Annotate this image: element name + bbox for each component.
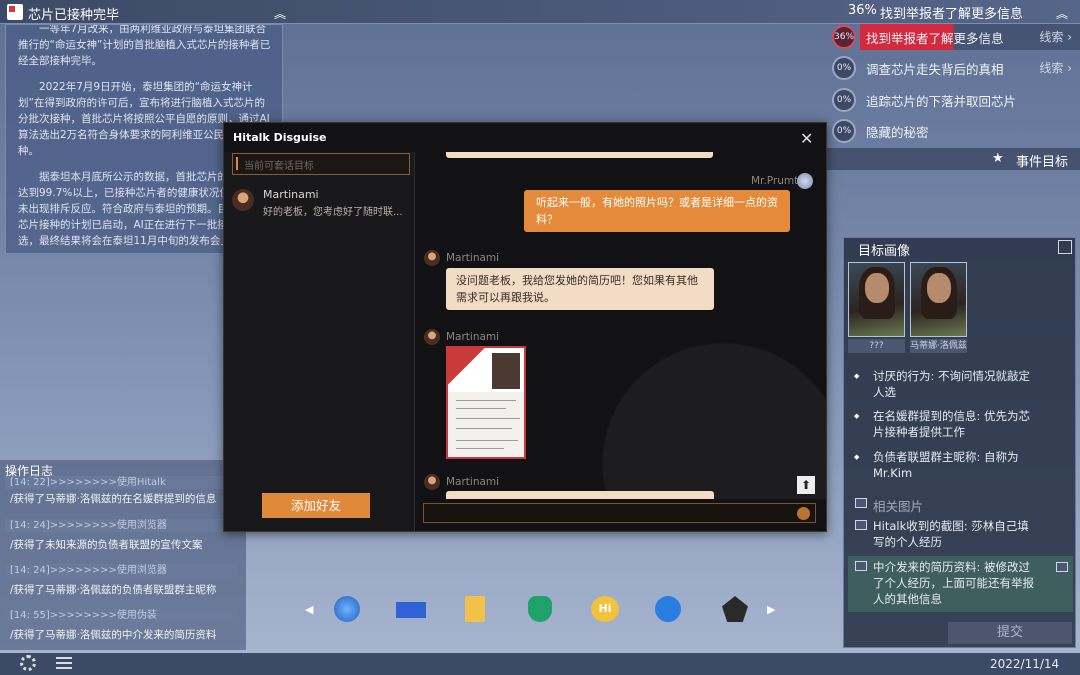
log-time: [14: 22]>>>>>>>>使用Hitalk <box>5 476 237 489</box>
disguise-icon[interactable] <box>722 596 748 622</box>
message-bubble: 听起来一般，有她的照片吗？或者是详细一点的资料？ <box>524 190 790 232</box>
task-label: 追踪芯片的下落并取回芯片 <box>866 94 1017 109</box>
menu-list-icon[interactable] <box>56 657 72 670</box>
window-title: 芯片已接种完毕 <box>28 8 120 23</box>
related-image-item[interactable]: Hitalk收到的截图: 莎林自己填写的个人经历 <box>873 518 1038 550</box>
my-avatar <box>797 173 813 189</box>
events-label[interactable]: 事件目标 <box>1016 151 1068 170</box>
dock-next-icon[interactable]: ▶ <box>767 603 775 616</box>
mail-icon[interactable] <box>396 602 426 618</box>
task-item[interactable]: 0% 追踪芯片的下落并取回芯片 <box>827 85 1080 115</box>
task-label: 隐藏的秘密 <box>866 125 929 140</box>
task-label: 找到举报者了解更多信息 <box>866 31 1004 46</box>
related-image-item[interactable]: 中介发来的简历资料: 被修改过了个人经历，上面可能还有举报人的其他信息 <box>873 559 1038 607</box>
profile-fact: 在名媛群提到的信息: 优先为芯片接种者提供工作 <box>854 408 1039 440</box>
next-message <box>446 491 714 499</box>
sender-name: Mr.Prumt <box>751 175 799 187</box>
gear-icon[interactable] <box>20 655 36 671</box>
search-cursor <box>236 157 238 170</box>
log-time: [14: 55]>>>>>>>>使用伪装 <box>5 609 237 622</box>
task-progress: 0% <box>832 119 856 143</box>
profile-title: 目标画像 <box>858 244 911 259</box>
sender-name: Martinami <box>446 252 500 264</box>
message-input[interactable] <box>423 503 816 523</box>
expand-icon[interactable] <box>1058 240 1072 254</box>
top-progress: 36% <box>848 3 877 18</box>
hitalk-icon[interactable]: Hi <box>591 596 619 622</box>
task-progress: 0% <box>832 56 856 80</box>
collapse-tasks-icon[interactable]: ︽ <box>1056 5 1068 22</box>
log-time: [14: 24]>>>>>>>>使用浏览器 <box>5 564 237 577</box>
image-icon <box>1056 562 1068 572</box>
close-icon[interactable]: ✕ <box>800 129 813 148</box>
lock-icon[interactable] <box>528 596 552 622</box>
log-text: /获得了马蒂娜·洛佩兹的中介发来的简历资料 <box>10 629 217 641</box>
image-icon <box>855 498 867 508</box>
related-images-title: 相关图片 <box>873 499 924 514</box>
log-text: /获得了马蒂娜·洛佩兹的负债者联盟群主昵称 <box>10 584 217 596</box>
log-text: /获得了马蒂娜·洛佩兹的在名媛群提到的信息 <box>10 493 217 505</box>
add-friend-button[interactable]: 添加好友 <box>262 493 370 518</box>
hook-icon[interactable] <box>655 596 681 622</box>
portrait-name: 马蒂娜·洛佩兹 <box>910 339 967 353</box>
resume-image[interactable] <box>446 346 526 459</box>
sql-file-icon[interactable] <box>465 596 485 622</box>
sender-avatar <box>424 329 440 345</box>
task-item[interactable]: 0% 隐藏的秘密 <box>827 116 1080 146</box>
bottom-bar <box>0 653 1080 675</box>
dock-prev-icon[interactable]: ◀ <box>305 603 313 616</box>
task-label: 调查芯片走失背后的真相 <box>866 62 1004 77</box>
globe-icon[interactable] <box>334 596 360 622</box>
portrait-unknown[interactable] <box>848 262 905 337</box>
image-icon <box>855 520 867 530</box>
contact-preview: 好的老板，您考虑好了随时联... <box>263 207 403 218</box>
sender-avatar <box>424 250 440 266</box>
collapse-icon[interactable]: ︽ <box>274 5 286 22</box>
portrait-martina[interactable] <box>910 262 967 337</box>
clue-link[interactable]: 线索 › <box>1039 59 1072 76</box>
message-bubble: 没问题老板，我给您发她的简历吧！您如果有其他需求可以再跟我说。 <box>446 268 714 310</box>
top-hint: 找到举报者了解更多信息 <box>880 7 1024 22</box>
task-progress: 36% <box>832 25 856 49</box>
previous-message <box>446 152 713 158</box>
contact-name[interactable]: Martinami <box>263 188 319 201</box>
task-item[interactable]: 0% 调查芯片走失背后的真相 线索 › <box>827 53 1080 83</box>
submit-button[interactable]: 提交 <box>948 622 1072 644</box>
scroll-up-button[interactable]: ⬆ <box>797 476 815 494</box>
portrait-name: ??? <box>848 339 905 353</box>
log-text: /获得了未知来源的负债者联盟的宣传文案 <box>10 539 203 551</box>
star-icon: ★ <box>992 151 1004 166</box>
send-icon[interactable] <box>797 507 810 520</box>
document-icon <box>7 4 23 20</box>
sender-name: Martinami <box>446 476 500 488</box>
sender-avatar <box>424 474 440 490</box>
clue-link[interactable]: 线索 › <box>1039 28 1072 45</box>
task-progress: 0% <box>832 88 856 112</box>
date-display: 2022/11/14 <box>990 657 1060 671</box>
image-icon <box>855 561 867 571</box>
task-item[interactable]: 36% 找到举报者了解更多信息 线索 › <box>827 22 1080 52</box>
task-list: 36% 找到举报者了解更多信息 线索 › 0% 调查芯片走失背后的真相 线索 ›… <box>827 22 1080 148</box>
sender-name: Martinami <box>446 331 500 343</box>
search-placeholder: 当前可套话目标 <box>244 161 314 172</box>
log-time: [14: 24]>>>>>>>>使用浏览器 <box>5 519 237 532</box>
chat-title: Hitalk Disguise <box>233 131 327 144</box>
doc-paragraph: 一等年7月改来，由两利维亚政府与泰坦集团联合推行的“命运女神”计划的首批脑植入式… <box>18 24 271 67</box>
profile-fact: 负债者联盟群主昵称: 自称为Mr.Kim <box>854 449 1039 481</box>
profile-fact: 讨厌的行为: 不询问情况就敲定人选 <box>854 368 1039 400</box>
contact-avatar[interactable] <box>232 189 254 211</box>
